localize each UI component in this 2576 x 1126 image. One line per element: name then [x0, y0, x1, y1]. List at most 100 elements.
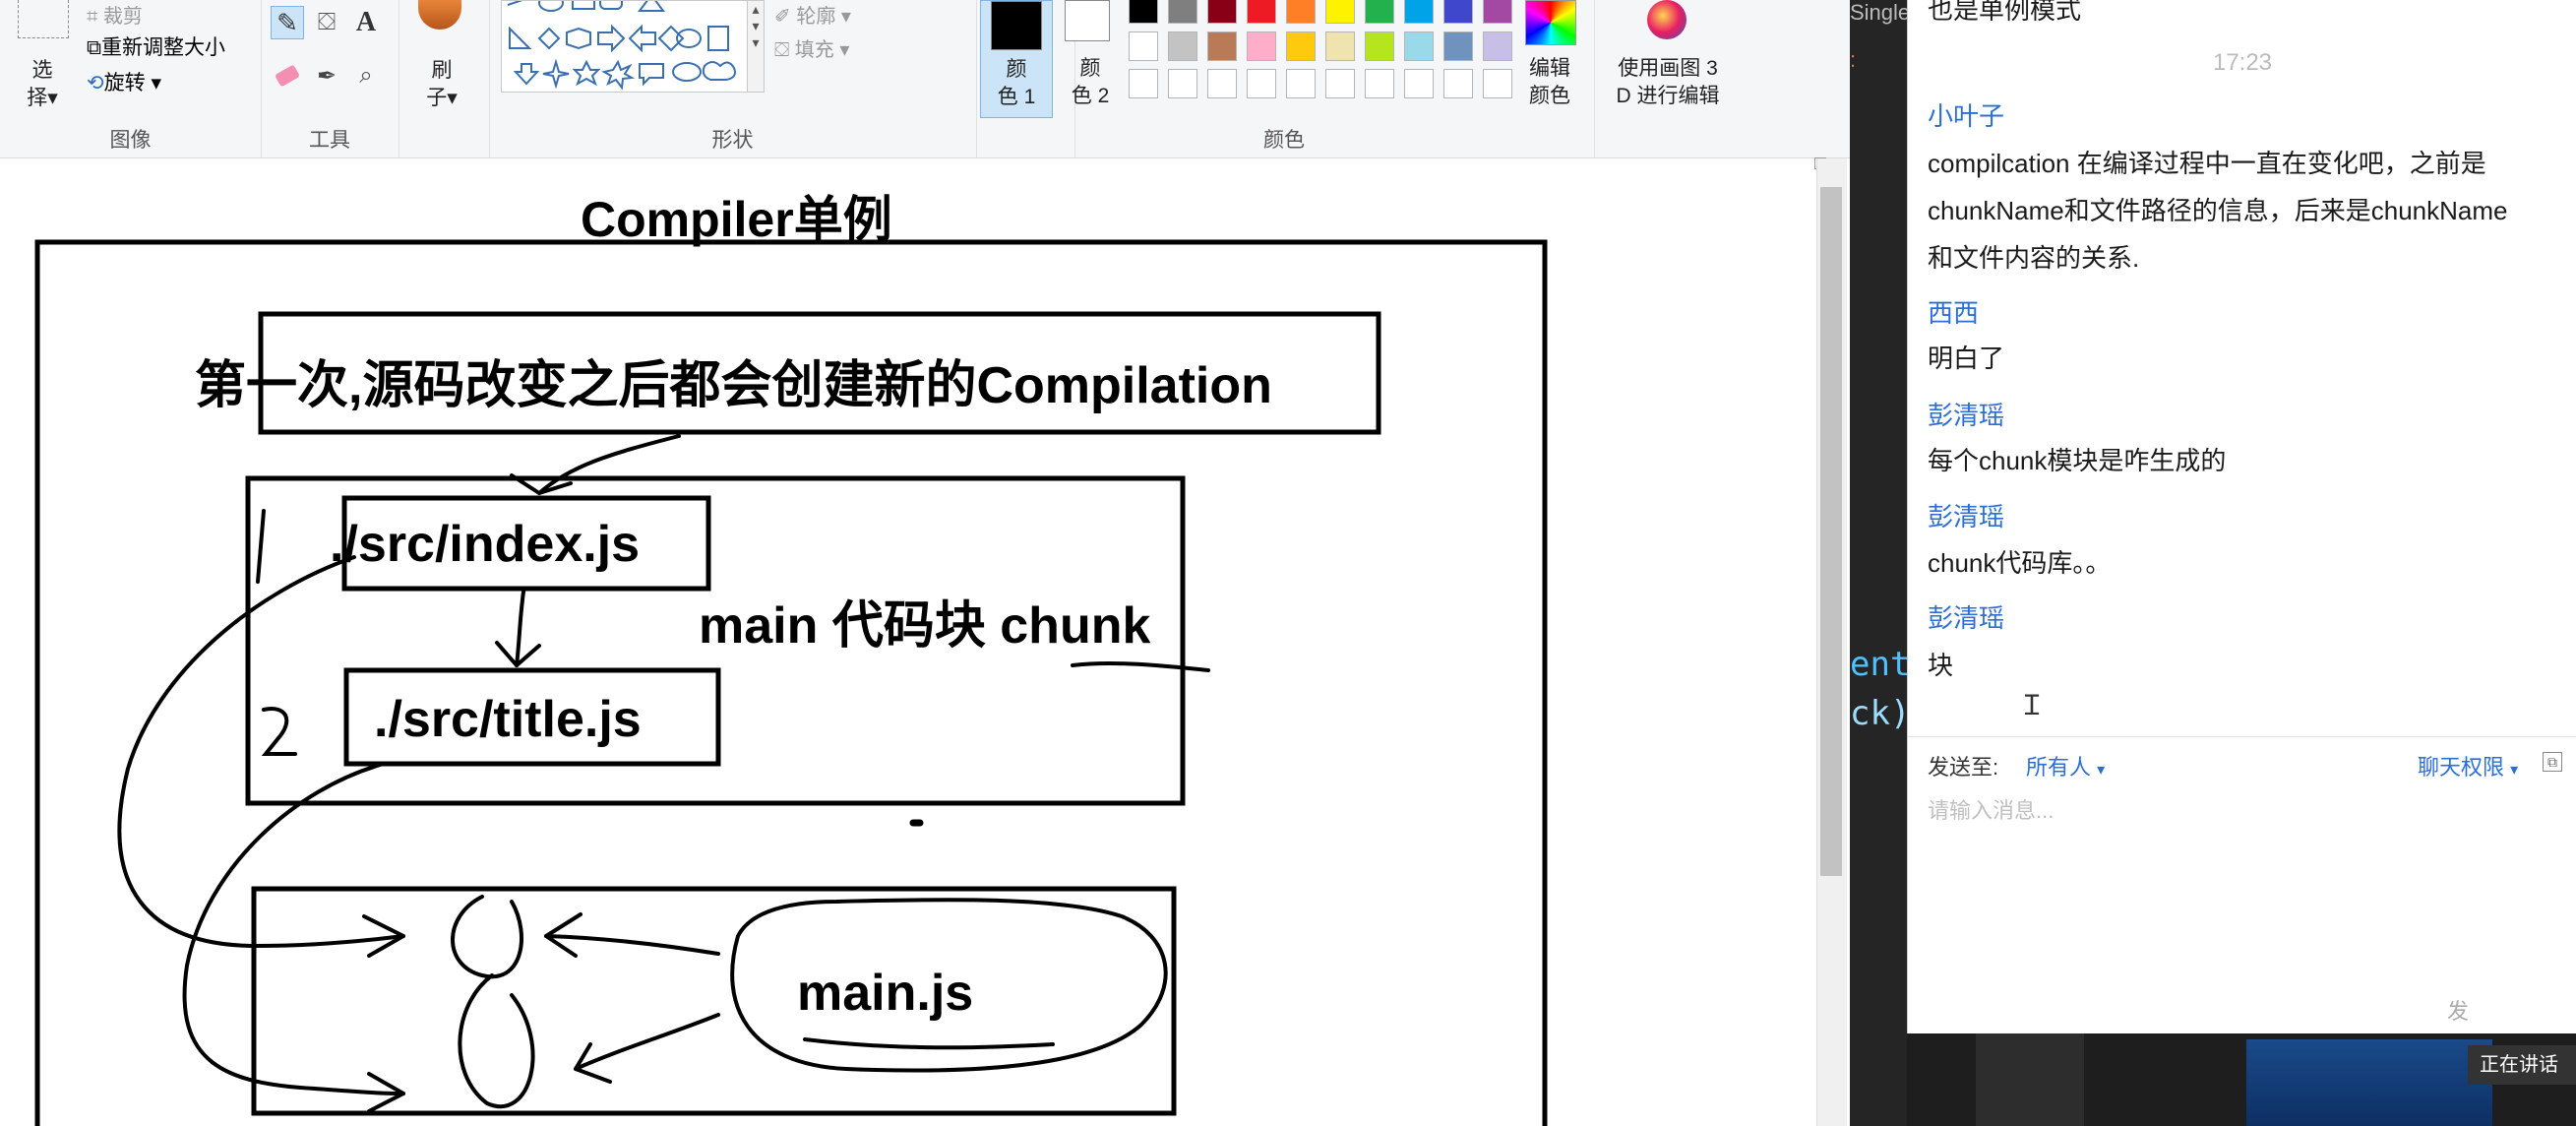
fill-button[interactable]: ⛋ 填充 ▾: [774, 33, 849, 62]
palette-swatch[interactable]: [1404, 0, 1434, 24]
magnifier-icon: ⌕: [359, 62, 373, 89]
editor-tab[interactable]: Single: [1850, 0, 1910, 26]
color2-button[interactable]: 颜色 2: [1055, 0, 1126, 116]
code-line-2: ck): [1850, 694, 1911, 733]
sender-name: 彭清瑶: [1928, 603, 2005, 633]
paint3d-group: 使用画图 3D 进行编辑: [1594, 0, 1742, 148]
message-text: 明白了: [1928, 344, 2005, 373]
outline-button[interactable]: ✐ 轮廓 ▾: [774, 0, 851, 29]
palette-swatch[interactable]: [1404, 69, 1434, 98]
paint-canvas[interactable]: Compiler单例 第一次,源码改变之后都会创建新的Compilation .…: [0, 158, 1814, 1126]
paint3d-icon[interactable]: [1647, 0, 1687, 39]
palette-swatch[interactable]: [1286, 0, 1316, 24]
shapes-scroll[interactable]: ▴ ▾ ▾: [747, 0, 765, 93]
recipient-select[interactable]: 所有人 ▾: [2026, 750, 2105, 782]
editor-mark: :: [1850, 47, 1857, 72]
text-icon: A: [355, 7, 377, 37]
video-thumbnail: [2246, 1039, 2492, 1126]
rotate-icon: ⟲: [87, 72, 104, 94]
palette-swatch[interactable]: [1207, 31, 1237, 61]
shapes-group-label: 形状: [711, 129, 754, 152]
eyedropper-icon: ✒: [316, 62, 337, 90]
select-button[interactable]: 选择▾: [18, 57, 67, 112]
message-input[interactable]: 请输入消息...: [1928, 793, 2054, 825]
magnifier-tool[interactable]: ⌕: [349, 59, 383, 93]
code-editor-strip: Single : ent ck): [1850, 0, 1911, 1126]
palette-swatch[interactable]: [1365, 31, 1394, 61]
palette-swatch[interactable]: [1168, 31, 1197, 61]
select-icon[interactable]: [18, 0, 69, 38]
chat-permission-select[interactable]: 聊天权限 ▾: [2418, 750, 2518, 782]
palette-swatch[interactable]: [1404, 31, 1434, 61]
rotate-button[interactable]: ⟲旋转 ▾: [87, 67, 161, 96]
palette-swatch[interactable]: [1129, 31, 1158, 61]
palette-swatch[interactable]: [1365, 69, 1394, 98]
palette-group-label: 颜色: [1263, 129, 1305, 152]
palette-swatch[interactable]: [1286, 31, 1316, 61]
color1-button[interactable]: 颜色 1: [980, 0, 1053, 118]
shapes-group: ▴ ▾ ▾ ✐ 轮廓 ▾ ⛋ 填充 ▾ 形状: [489, 0, 977, 157]
sender-name: 小叶子: [1928, 101, 2005, 131]
output-box: [251, 886, 1177, 1116]
color-picker-tool[interactable]: ✒: [310, 59, 343, 93]
paint3d-button[interactable]: 使用画图 3D 进行编辑: [1594, 55, 1742, 110]
pencil-tool[interactable]: ✎: [271, 6, 304, 39]
palette-swatch[interactable]: [1129, 69, 1158, 98]
palette-swatch[interactable]: [1325, 31, 1355, 61]
brushes-button[interactable]: 刷子▾: [414, 57, 469, 112]
palette-swatch[interactable]: [1443, 0, 1473, 24]
drawing-title: Compiler单例: [581, 192, 892, 247]
edit-colors-button[interactable]: 编辑 颜色: [1505, 55, 1594, 110]
palette-swatch[interactable]: [1325, 69, 1355, 98]
speaking-indicator: 正在讲话: [2468, 1045, 2576, 1085]
shapes-gallery-icons: [507, 0, 736, 91]
banner-text: 第一次,源码改变之后都会创建新的Compilation: [195, 357, 1272, 414]
palette-swatch[interactable]: [1286, 69, 1316, 98]
palette-swatch[interactable]: [1443, 31, 1473, 61]
crop-button[interactable]: ⌗ 裁剪: [87, 0, 143, 29]
file-title: ./src/title.js: [374, 691, 642, 748]
send-to-label: 发送至:: [1928, 755, 1999, 780]
dark-panel: [1976, 1033, 2084, 1126]
scrollbar-thumb[interactable]: [1820, 187, 1842, 876]
partial-message: 也是单例模式: [1928, 0, 2082, 25]
palette-swatch[interactable]: [1207, 69, 1237, 98]
number-1: 1: [246, 513, 252, 524]
palette-swatch[interactable]: [1325, 0, 1355, 24]
brushes-group: 刷子▾: [399, 0, 490, 157]
color-wheel-icon[interactable]: [1525, 0, 1576, 45]
palette-swatch[interactable]: [1443, 69, 1473, 98]
fill-tool[interactable]: ⛋: [310, 6, 343, 39]
tools-group-label: 工具: [309, 129, 350, 152]
color2-swatch: [1065, 0, 1110, 41]
bucket-icon: ⛋: [317, 9, 337, 35]
resize-button[interactable]: ⧉重新调整大小: [87, 31, 225, 61]
palette-swatch[interactable]: [1247, 31, 1276, 61]
eraser-tool[interactable]: [271, 59, 304, 93]
palette-swatch[interactable]: [1168, 0, 1197, 24]
file-index: ./src/index.js: [330, 516, 641, 573]
color1-label: 颜色 1: [997, 58, 1036, 108]
palette-swatch[interactable]: [1207, 0, 1237, 24]
send-button[interactable]: 发: [2447, 994, 2469, 1026]
palette-swatch[interactable]: [1247, 0, 1276, 24]
palette-swatch[interactable]: [1168, 69, 1197, 98]
color2-label: 颜色 2: [1071, 57, 1110, 107]
palette-swatch[interactable]: [1365, 0, 1394, 24]
brush-icon[interactable]: [414, 0, 469, 47]
message-text: chunk代码库。。: [1928, 548, 2112, 578]
popout-icon[interactable]: ⧉: [2543, 752, 2562, 772]
sender-name: 彭清瑶: [1928, 502, 2005, 532]
message-text: 每个chunk模块是咋生成的: [1928, 446, 2227, 475]
shapes-gallery[interactable]: [501, 0, 749, 93]
code-line-1: ent: [1850, 645, 1911, 684]
message-text: compilcation 在编译过程中一直在变化吧，之前是 chunkName和…: [1928, 149, 2508, 273]
palette-swatch[interactable]: [1129, 0, 1158, 24]
palette-swatch[interactable]: [1247, 69, 1276, 98]
tools-group: ✎ ⛋ A ✒ ⌕ 工具: [261, 0, 399, 157]
sender-name: 西西: [1928, 298, 1980, 328]
chevron-down-icon: ▾: [2097, 762, 2106, 779]
message-text: 块: [1928, 651, 1954, 680]
bottom-dark-area: 正在讲话: [1907, 1033, 2576, 1126]
text-tool[interactable]: A: [349, 6, 383, 39]
